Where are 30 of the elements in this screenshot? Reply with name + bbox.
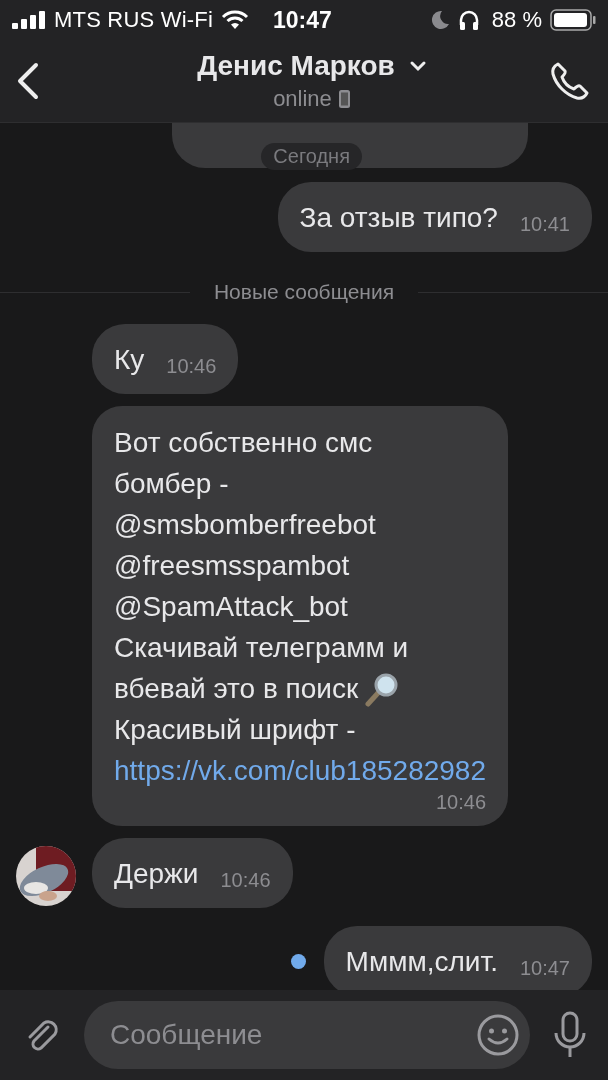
emoji-icon[interactable] xyxy=(476,1013,520,1057)
message-text: вбевай это в поиск xyxy=(114,672,359,706)
contact-name[interactable]: Денис Марков xyxy=(197,50,395,82)
message-time: 10:46 xyxy=(435,791,486,815)
back-button[interactable] xyxy=(16,61,40,101)
microphone-button[interactable] xyxy=(552,1011,588,1059)
message-text: Держи xyxy=(114,858,199,889)
message-text: Ку xyxy=(114,344,145,375)
message-text: Красивый шрифт - xyxy=(114,713,356,747)
message-link[interactable]: https://vk.com/club185282982 xyxy=(114,750,486,791)
online-status: online xyxy=(273,86,332,112)
message-text: Мммм,слит. xyxy=(345,946,498,977)
message-field[interactable]: Сообщение xyxy=(84,1001,530,1069)
status-time: 10:47 xyxy=(273,6,332,34)
carrier-name: MTS RUS Wi-Fi xyxy=(54,7,214,33)
message-time: 10:47 xyxy=(519,957,570,981)
message-time: 10:41 xyxy=(519,213,570,237)
date-label: Сегодня xyxy=(261,143,362,170)
phone-device-icon xyxy=(337,89,351,109)
battery-percent: 88 % xyxy=(491,7,542,33)
message-text: За отзыв типо? xyxy=(299,202,498,233)
new-messages-divider: Новые сообщения xyxy=(213,280,395,304)
signal-icon xyxy=(12,11,46,29)
chevron-down-icon[interactable] xyxy=(408,60,427,72)
wifi-icon xyxy=(221,10,250,30)
message-time: 10:46 xyxy=(166,355,217,379)
moon-icon xyxy=(429,10,450,30)
message-time: 10:46 xyxy=(220,869,271,893)
headphones-icon xyxy=(457,10,480,30)
battery-icon xyxy=(550,9,596,31)
